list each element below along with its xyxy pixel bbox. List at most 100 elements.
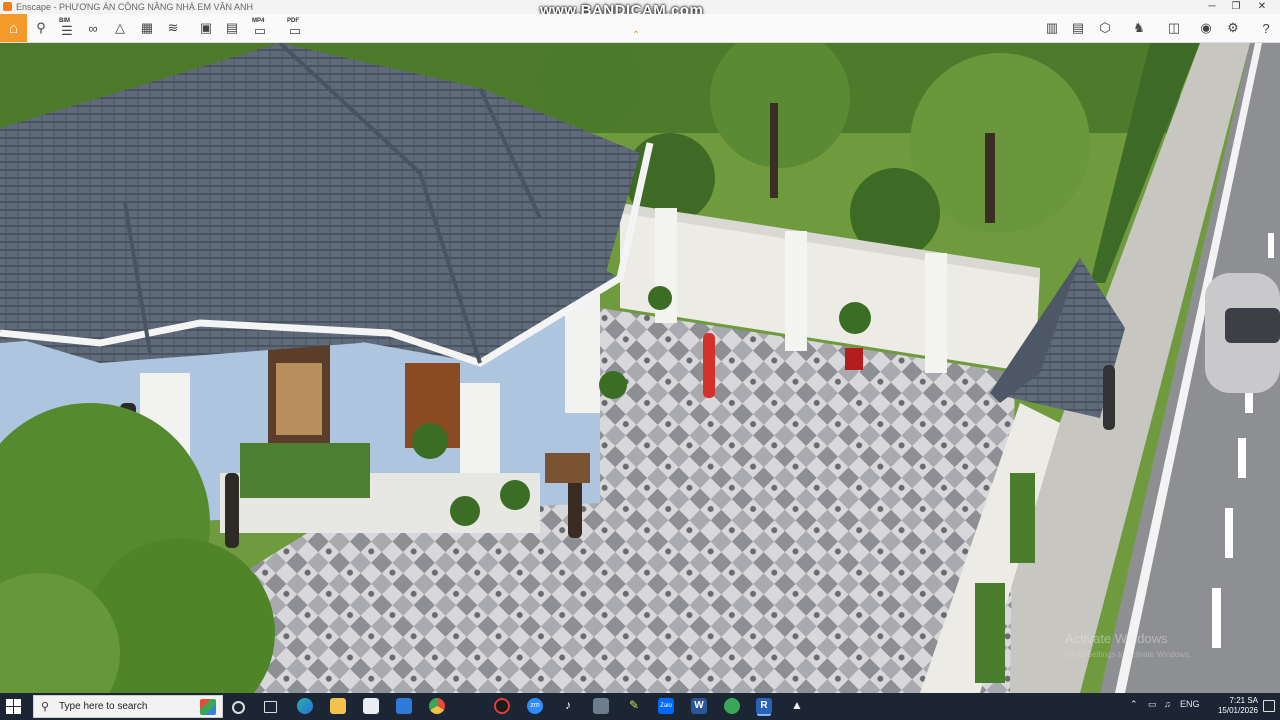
- clock-time: 7:21 SA: [1229, 696, 1258, 705]
- close-button[interactable]: ✕: [1250, 0, 1274, 14]
- pdf-export-button[interactable]: PDF ▭: [284, 17, 306, 39]
- lane-marking: [1238, 438, 1246, 478]
- asset-library-button[interactable]: ⬡: [1094, 17, 1116, 39]
- walk-icon: ♞: [1133, 20, 1145, 35]
- panorama-button[interactable]: ▤: [1067, 17, 1089, 39]
- list-icon: ☰: [61, 23, 73, 38]
- enscape-logo-icon: [3, 2, 12, 11]
- video-icon: ▭: [253, 23, 267, 38]
- settings-button[interactable]: ⚙: [1222, 17, 1244, 39]
- climbing-plant: [1010, 473, 1035, 563]
- bim-button[interactable]: BIM ☰: [56, 17, 78, 39]
- wall-pillar: [925, 253, 947, 373]
- tree-trunk: [770, 103, 778, 198]
- edge-icon[interactable]: [297, 698, 313, 714]
- map-icon: ▥: [1045, 20, 1059, 35]
- location-button[interactable]: ⚲: [30, 17, 52, 39]
- input-language[interactable]: ENG: [1180, 699, 1200, 709]
- red-pot: [845, 348, 863, 370]
- pdf-label: PDF: [287, 18, 299, 24]
- climbing-plant: [975, 583, 1005, 683]
- sketchup-icon[interactable]: ✎: [626, 698, 642, 714]
- person-red-dress: [703, 333, 715, 398]
- excel-icon[interactable]: [724, 698, 740, 714]
- views-button[interactable]: ∞: [82, 17, 104, 39]
- cortana-icon[interactable]: [232, 701, 245, 714]
- enscape-icon[interactable]: ▲: [789, 698, 805, 714]
- revit-icon[interactable]: R: [756, 698, 772, 714]
- bench: [545, 453, 590, 483]
- taskbar-search-box[interactable]: ⚲ Type here to search: [33, 695, 223, 718]
- potted-plant: [500, 480, 530, 510]
- sun-button[interactable]: △: [109, 17, 131, 39]
- network-icon[interactable]: ▭: [1148, 699, 1157, 710]
- panorama-icon: ▤: [1071, 20, 1085, 35]
- sections-button[interactable]: ▦: [136, 17, 158, 39]
- tray-expand-icon[interactable]: ⌃: [1130, 699, 1138, 710]
- lane-marking: [1212, 588, 1221, 648]
- chrome-icon[interactable]: [429, 698, 445, 714]
- vr-headset-icon: ◫: [1167, 20, 1181, 35]
- collapse-chevron-icon[interactable]: ⌃: [632, 30, 640, 41]
- potted-plant: [599, 371, 627, 399]
- notification-icon[interactable]: [1263, 700, 1275, 712]
- lane-marking: [1268, 233, 1274, 258]
- activate-windows-watermark: Activate Windows: [1065, 631, 1168, 646]
- maximize-button[interactable]: ❐: [1224, 0, 1248, 14]
- potted-plant: [839, 302, 871, 334]
- calculator-icon[interactable]: [593, 698, 609, 714]
- visual-settings-button[interactable]: ◉: [1195, 17, 1217, 39]
- search-icon: ⚲: [41, 701, 50, 713]
- task-view-icon[interactable]: [264, 701, 277, 713]
- help-button[interactable]: ?: [1255, 17, 1277, 39]
- zoom-icon[interactable]: zm: [527, 698, 543, 714]
- person: [1103, 365, 1115, 430]
- location-icon: ⚲: [36, 20, 46, 35]
- layers-button[interactable]: ≋: [162, 17, 184, 39]
- video-export-button[interactable]: MP4 ▭: [249, 17, 271, 39]
- map-button[interactable]: ▥: [1041, 17, 1063, 39]
- clock-date: 15/01/2026: [1217, 706, 1258, 715]
- potted-plant: [412, 423, 448, 459]
- visual-settings-icon: ◉: [1200, 20, 1212, 35]
- asset-cube-icon: ⬡: [1099, 20, 1111, 35]
- batch-capture-button[interactable]: ▤: [221, 17, 243, 39]
- record-icon[interactable]: [494, 698, 510, 714]
- flower-bed: [240, 443, 370, 498]
- person: [225, 473, 239, 548]
- minimize-button[interactable]: ─: [1200, 0, 1224, 14]
- walk-mode-button[interactable]: ♞: [1128, 17, 1150, 39]
- file-explorer-icon[interactable]: [330, 698, 346, 714]
- windows-start-icon[interactable]: [6, 699, 21, 714]
- home-icon: ⌂: [8, 19, 19, 37]
- building-icon: ▦: [140, 20, 154, 35]
- window-glass: [276, 363, 322, 435]
- system-clock[interactable]: 7:21 SA 15/01/2026: [1218, 696, 1258, 716]
- mail-icon[interactable]: [396, 698, 412, 714]
- window-title: Enscape - PHƯƠNG ÁN CÔNG NĂNG NHÀ EM VÂN…: [16, 2, 253, 12]
- bim-label: BIM: [59, 18, 70, 24]
- word-icon[interactable]: W: [691, 698, 707, 714]
- zalo-icon[interactable]: Zalo: [658, 698, 674, 714]
- person: [568, 478, 582, 538]
- capture-icon: ▣: [199, 20, 213, 35]
- lane-marking: [1225, 508, 1233, 558]
- vr-button[interactable]: ◫: [1163, 17, 1185, 39]
- store-icon[interactable]: [363, 698, 379, 714]
- screenshot-button[interactable]: ▣: [195, 17, 217, 39]
- tiktok-icon[interactable]: ♪: [560, 698, 576, 714]
- windows-taskbar: ⚲ Type here to search zm ♪ ✎ Zalo W R ▲ …: [0, 693, 1280, 720]
- render-viewport[interactable]: Activate Windows Go to Settings to activ…: [0, 43, 1280, 693]
- settings-gear-icon: ⚙: [1227, 20, 1239, 35]
- layers-icon: ≋: [167, 20, 179, 35]
- wall-pillar: [785, 231, 807, 351]
- enscape-toolbar: ⌂ ⚲ BIM ☰ ∞ △ ▦ ≋ ▣ ▤ MP4 ▭ PDF ▭ ⌃ ▥ ▤ ⬡ ♞…: [0, 14, 1280, 43]
- home-button[interactable]: ⌂: [0, 14, 27, 42]
- tree-trunk: [985, 133, 995, 223]
- activate-windows-subtext: Go to Settings to activate Windows.: [1065, 650, 1191, 659]
- search-highlight-icon: [200, 699, 216, 715]
- car-window: [1225, 308, 1280, 343]
- triangle-icon: △: [115, 20, 125, 35]
- volume-icon[interactable]: ♫: [1164, 699, 1171, 709]
- export-icon: ▭: [288, 23, 302, 38]
